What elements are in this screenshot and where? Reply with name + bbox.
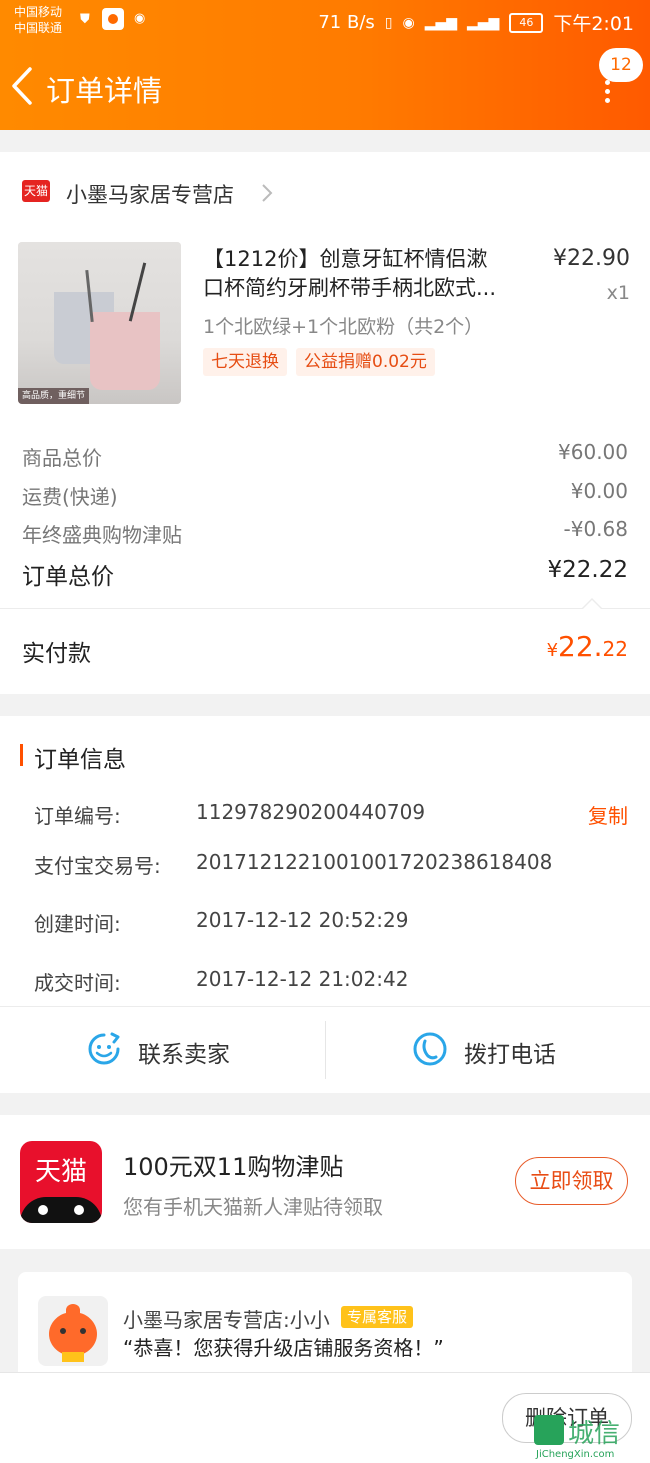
message-count-badge[interactable]: 12 [599,48,643,82]
promo-title: 100元双11购物津贴 [123,1153,344,1181]
return-policy-tag: 七天退换 [203,348,287,376]
order-number-label: 订单编号: [34,804,121,828]
tmall-logo-text: 天猫 [34,1157,87,1187]
eye-icon: ◉ [402,14,415,31]
shield-icon: ⛊ [80,12,90,27]
alipay-trade-value: 2017121221001001720238618408 [196,850,553,874]
order-number-value: 112978290200440709 [196,800,426,824]
paid-amount: ¥22.22 [547,630,628,663]
signal-icon: ▂▄▆ [424,14,458,31]
service-card[interactable]: 小墨马家居专营店:小小 专属客服 “恭喜！您获得升级店铺服务资格！” [18,1272,632,1382]
product-title[interactable]: 【1212价】创意牙缸杯情侣漱 口杯简约牙刷杯带手柄北欧式... [203,245,533,303]
shop-name[interactable]: 小墨马家居专营店 [66,179,234,209]
battery-icon: 46 [509,12,544,33]
product-title-line-1: 【1212价】创意牙缸杯情侣漱 [203,247,488,271]
paid-decimal: 22 [602,637,628,661]
carrier-info: 中国移动 中国联通 [14,4,62,36]
signal-4g-icon: ▂▄▆ [467,14,500,31]
net-speed: 71 B/s [318,12,375,33]
product-title-line-2: 口杯简约牙刷杯带手柄北欧式... [203,276,497,300]
product-quantity: x1 [606,282,630,304]
created-time-label: 创建时间: [34,912,121,936]
paid-label: 实付款 [22,641,91,667]
watermark-logo [534,1415,564,1445]
contact-seller-button[interactable]: 联系卖家 [0,1007,325,1093]
call-phone-button[interactable]: 拨打电话 [326,1007,650,1093]
section-accent-bar [20,744,23,766]
shipping-label: 运费(快递) [22,485,118,509]
promo-card: 天猫 100元双11购物津贴 您有手机天猫新人津贴待领取 立即领取 [0,1115,650,1249]
page-title: 订单详情 [46,74,163,108]
back-arrow-icon[interactable] [10,66,34,106]
tmall-app-logo: 天猫 [20,1141,102,1223]
record-icon: ◉ [134,11,146,26]
tmall-cat-face [20,1197,102,1223]
watermark-text: 城信 [568,1419,621,1449]
service-avatar [38,1296,108,1366]
discount-label: 年终盛典购物津贴 [22,523,182,547]
product-spec: 1个北欧绿+1个北欧粉（共2个） [203,316,484,338]
subtotal-value: ¥60.00 [558,440,628,464]
order-total-label: 订单总价 [22,564,114,590]
image-caption: 高品质，重细节 [18,388,90,404]
order-total-value: ¥22.22 [547,557,628,583]
chat-face-icon [88,1032,120,1065]
clock: 下午2:01 [553,13,634,35]
pointer-caret-inner [583,600,601,609]
phone-icon [413,1032,447,1066]
order-info-title: 订单信息 [34,747,126,773]
deal-time-value: 2017-12-12 21:02:42 [196,967,409,991]
subtotal-label: 商品总价 [22,446,102,470]
vibrate-icon: ▯ [384,14,393,31]
app-notification-icon [102,8,124,30]
carrier-2: 中国联通 [14,21,63,35]
carrier-1: 中国移动 [14,5,63,19]
bottom-action-bar: 删除订单 城信 JiChengXin.com [0,1372,650,1463]
promo-subtitle: 您有手机天猫新人津贴待领取 [123,1195,383,1219]
chevron-right-icon[interactable] [260,182,274,204]
status-bar: 中国移动 中国联通 ⛊ ◉ 71 B/s ▯ ◉ ▂▄▆ ▂▄▆ 46 下午2:… [0,0,650,44]
service-message: “恭喜！您获得升级店铺服务资格！” [123,1336,444,1360]
divider [0,608,650,609]
copy-button[interactable]: 复制 [588,800,628,829]
more-menu-icon[interactable] [600,80,614,104]
watermark-url: JiChengXin.com [536,1449,615,1460]
status-icons: 71 B/s ▯ ◉ ▂▄▆ ▂▄▆ 46 下午2:01 [318,9,634,36]
shipping-value: ¥0.00 [570,479,628,503]
discount-value: -¥0.68 [563,517,628,541]
tmall-shop-logo: 天猫 [22,180,50,202]
alipay-trade-label: 支付宝交易号: [34,854,161,878]
contact-seller-label: 联系卖家 [138,1042,230,1068]
claim-now-button[interactable]: 立即领取 [515,1157,628,1205]
charity-tag: 公益捐赠0.02元 [296,348,435,376]
watermark: 城信 JiChengXin.com [534,1413,650,1463]
order-info-card: 订单信息 订单编号: 112978290200440709 复制 支付宝交易号:… [0,716,650,1093]
product-price: ¥22.90 [553,246,630,271]
app-header: 中国移动 中国联通 ⛊ ◉ 71 B/s ▯ ◉ ▂▄▆ ▂▄▆ 46 下午2:… [0,0,650,130]
product-image[interactable]: 高品质，重细节 [18,242,181,404]
exclusive-service-badge: 专属客服 [341,1306,414,1328]
call-phone-label: 拨打电话 [464,1042,556,1068]
deal-time-label: 成交时间: [34,971,121,995]
service-agent-name: 小墨马家居专营店:小小 [123,1308,330,1332]
created-time-value: 2017-12-12 20:52:29 [196,908,409,932]
paid-integer: 22. [558,630,603,663]
paid-currency: ¥ [546,640,559,661]
order-card: 天猫 小墨马家居专营店 高品质，重细节 【1212价】创意牙缸杯情侣漱 口杯简约… [0,152,650,694]
